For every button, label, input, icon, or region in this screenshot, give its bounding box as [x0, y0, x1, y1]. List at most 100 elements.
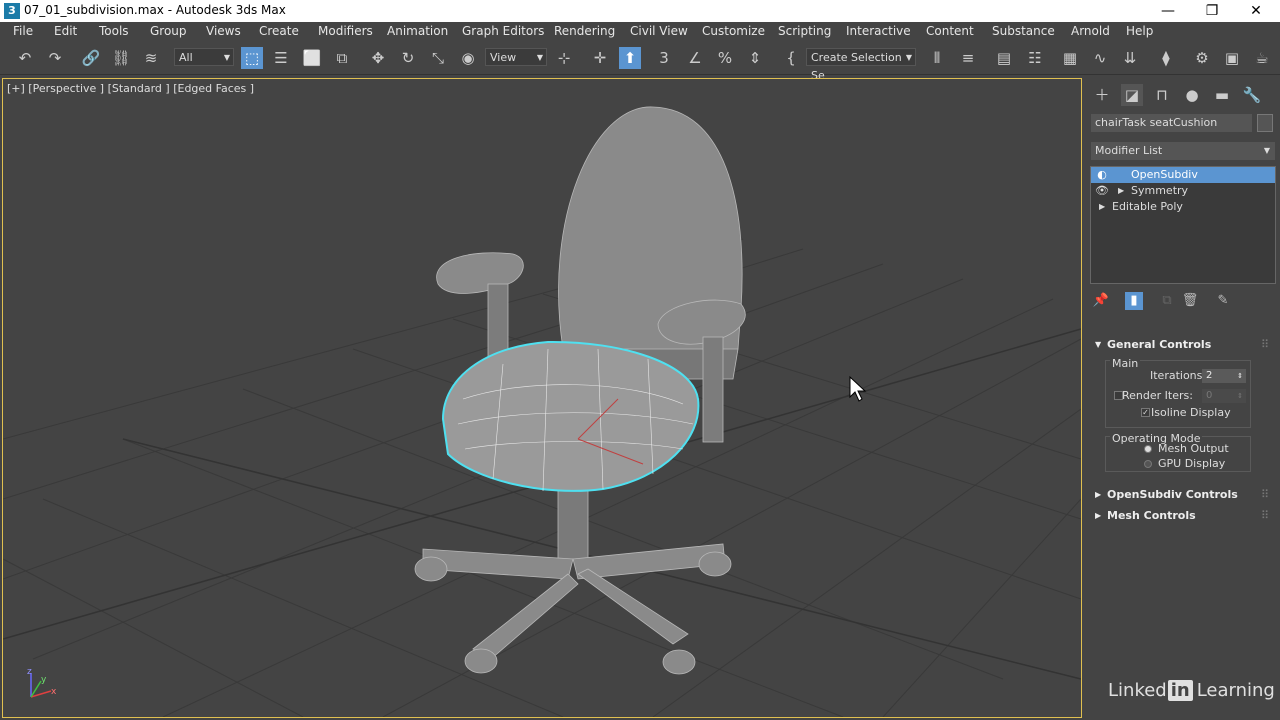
- minimize-button[interactable]: —: [1146, 0, 1190, 22]
- menu-substance[interactable]: Substance: [992, 24, 1055, 38]
- menu-file[interactable]: File: [13, 24, 33, 38]
- pivot-center-icon[interactable]: ⊹: [553, 47, 575, 69]
- drag-handle-icon[interactable]: ⠿: [1261, 336, 1269, 354]
- percent-snap-icon[interactable]: %: [714, 47, 736, 69]
- spinner-arrows-icon[interactable]: ⇕: [1237, 369, 1243, 383]
- menu-edit[interactable]: Edit: [54, 24, 77, 38]
- ribbon-icon[interactable]: ▦: [1059, 47, 1081, 69]
- menu-arnold[interactable]: Arnold: [1071, 24, 1110, 38]
- create-tab-icon[interactable]: ＋: [1091, 84, 1113, 106]
- isoline-display-checkbox[interactable]: ✓: [1141, 408, 1150, 417]
- expand-triangle-icon: ▶: [1095, 490, 1102, 499]
- undo-icon[interactable]: ↶: [14, 47, 36, 69]
- spinner-arrows-icon[interactable]: ⇕: [1237, 389, 1243, 403]
- menu-content[interactable]: Content: [926, 24, 974, 38]
- select-by-name-icon[interactable]: ☰: [270, 47, 292, 69]
- menu-rendering[interactable]: Rendering: [554, 24, 615, 38]
- mesh-output-radio[interactable]: [1144, 445, 1152, 453]
- configure-modifier-sets-icon[interactable]: ✎: [1214, 292, 1232, 310]
- modify-tab-icon[interactable]: ◪: [1121, 84, 1143, 106]
- menu-interactive[interactable]: Interactive: [846, 24, 911, 38]
- mirror-icon[interactable]: ⫴: [926, 47, 948, 69]
- placement-icon[interactable]: ◉: [457, 47, 479, 69]
- edit-named-selection-icon[interactable]: {: [780, 47, 802, 69]
- spinner-snap-icon[interactable]: ⇕: [744, 47, 766, 69]
- keyboard-shortcut-override-icon[interactable]: ⬆: [619, 47, 641, 69]
- window-title: 07_01_subdivision.max - Autodesk 3ds Max: [24, 3, 286, 17]
- rect-selection-icon[interactable]: ⬜: [301, 47, 323, 69]
- stack-item-opensubdiv[interactable]: ◐ OpenSubdiv: [1091, 167, 1275, 183]
- menu-animation[interactable]: Animation: [387, 24, 448, 38]
- reference-coord-dropdown[interactable]: View ▼: [485, 48, 547, 66]
- select-object-icon[interactable]: ⬚: [241, 47, 263, 69]
- visibility-icon[interactable]: ◐: [1095, 167, 1109, 183]
- eye-icon[interactable]: 👁: [1095, 183, 1109, 199]
- main-group: Main Iterations: 2 ⇕ Render Iters: 0 ⇕ ✓…: [1105, 357, 1251, 428]
- redo-icon[interactable]: ↷: [44, 47, 66, 69]
- motion-tab-icon[interactable]: ●: [1181, 84, 1203, 106]
- make-unique-icon[interactable]: ⧉: [1158, 292, 1176, 310]
- modifier-stack: ◐ OpenSubdiv 👁 ▶ Symmetry ▶ Editable Pol…: [1090, 166, 1276, 284]
- snaps-toggle-icon[interactable]: 3: [653, 47, 675, 69]
- modifier-list-dropdown[interactable]: Modifier List ▼: [1091, 142, 1275, 160]
- close-button[interactable]: ✕: [1234, 0, 1278, 22]
- hierarchy-tab-icon[interactable]: ⊓: [1151, 84, 1173, 106]
- object-name-field[interactable]: chairTask seatCushion: [1091, 114, 1252, 132]
- menu-group[interactable]: Group: [150, 24, 187, 38]
- move-icon[interactable]: ✥: [367, 47, 389, 69]
- iterations-value: 2: [1206, 370, 1213, 381]
- named-selection-dropdown[interactable]: Create Selection Se ▼: [806, 48, 916, 82]
- render-setup-icon[interactable]: ⚙: [1191, 47, 1213, 69]
- iterations-spinner[interactable]: 2 ⇕: [1202, 369, 1246, 383]
- menu-civil-view[interactable]: Civil View: [630, 24, 688, 38]
- expand-triangle-icon[interactable]: ▶: [1099, 199, 1105, 215]
- perspective-viewport[interactable]: [+] [Perspective ] [Standard ] [Edged Fa…: [2, 78, 1082, 718]
- menu-scripting[interactable]: Scripting: [778, 24, 831, 38]
- remove-modifier-icon[interactable]: 🗑: [1181, 292, 1199, 310]
- restore-button[interactable]: ❐: [1190, 0, 1234, 22]
- menu-tools[interactable]: Tools: [99, 24, 129, 38]
- display-tab-icon[interactable]: ▬: [1211, 84, 1233, 106]
- gpu-display-radio[interactable]: [1144, 460, 1152, 468]
- window-crossing-icon[interactable]: ⧉: [331, 47, 353, 69]
- main-group-label: Main: [1110, 357, 1141, 370]
- menu-views[interactable]: Views: [206, 24, 241, 38]
- select-manipulate-icon[interactable]: ✛: [589, 47, 611, 69]
- stack-item-symmetry[interactable]: 👁 ▶ Symmetry: [1091, 183, 1275, 199]
- stack-item-editable-poly[interactable]: ▶ Editable Poly: [1091, 199, 1275, 215]
- curve-editor-icon[interactable]: ∿: [1089, 47, 1111, 69]
- menu-create[interactable]: Create: [259, 24, 299, 38]
- menu-modifiers[interactable]: Modifiers: [318, 24, 373, 38]
- link-icon[interactable]: 🔗: [80, 47, 102, 69]
- layer-explorer-icon[interactable]: ☷: [1024, 47, 1046, 69]
- menu-graph-editors[interactable]: Graph Editors: [462, 24, 544, 38]
- drag-handle-icon[interactable]: ⠿: [1261, 486, 1269, 504]
- chair-model: [414, 106, 746, 675]
- scale-icon[interactable]: ⤡: [427, 47, 449, 69]
- rollout-opensubdiv-controls[interactable]: ▶ OpenSubdiv Controls ⠿: [1091, 486, 1275, 504]
- selection-filter-dropdown[interactable]: All ▼: [174, 48, 234, 66]
- material-editor-icon[interactable]: ⧫: [1155, 47, 1177, 69]
- pin-stack-icon[interactable]: 📌: [1092, 292, 1110, 310]
- menu-help[interactable]: Help: [1126, 24, 1153, 38]
- schematic-view-icon[interactable]: ⇊: [1119, 47, 1141, 69]
- angle-snap-icon[interactable]: ∠: [684, 47, 706, 69]
- rendered-frame-icon[interactable]: ▣: [1221, 47, 1243, 69]
- render-iters-spinner[interactable]: 0 ⇕: [1202, 389, 1246, 403]
- menu-customize[interactable]: Customize: [702, 24, 765, 38]
- align-icon[interactable]: ≡: [957, 47, 979, 69]
- scene-explorer-icon[interactable]: ▤: [993, 47, 1015, 69]
- utilities-tab-icon[interactable]: 🔧: [1241, 84, 1263, 106]
- object-color-swatch[interactable]: [1257, 114, 1273, 132]
- stack-item-label: Symmetry: [1131, 184, 1189, 197]
- rollout-title: Mesh Controls: [1107, 509, 1196, 522]
- drag-handle-icon[interactable]: ⠿: [1261, 507, 1269, 525]
- unlink-icon[interactable]: ⛓: [110, 47, 132, 69]
- rotate-icon[interactable]: ↻: [397, 47, 419, 69]
- rollout-mesh-controls[interactable]: ▶ Mesh Controls ⠿: [1091, 507, 1275, 525]
- rollout-general-controls[interactable]: ▼ General Controls ⠿: [1091, 336, 1275, 354]
- render-icon[interactable]: ☕: [1251, 47, 1273, 69]
- expand-triangle-icon[interactable]: ▶: [1118, 183, 1124, 199]
- show-end-result-icon[interactable]: ▮: [1125, 292, 1143, 310]
- bind-spacewarp-icon[interactable]: ≋: [140, 47, 162, 69]
